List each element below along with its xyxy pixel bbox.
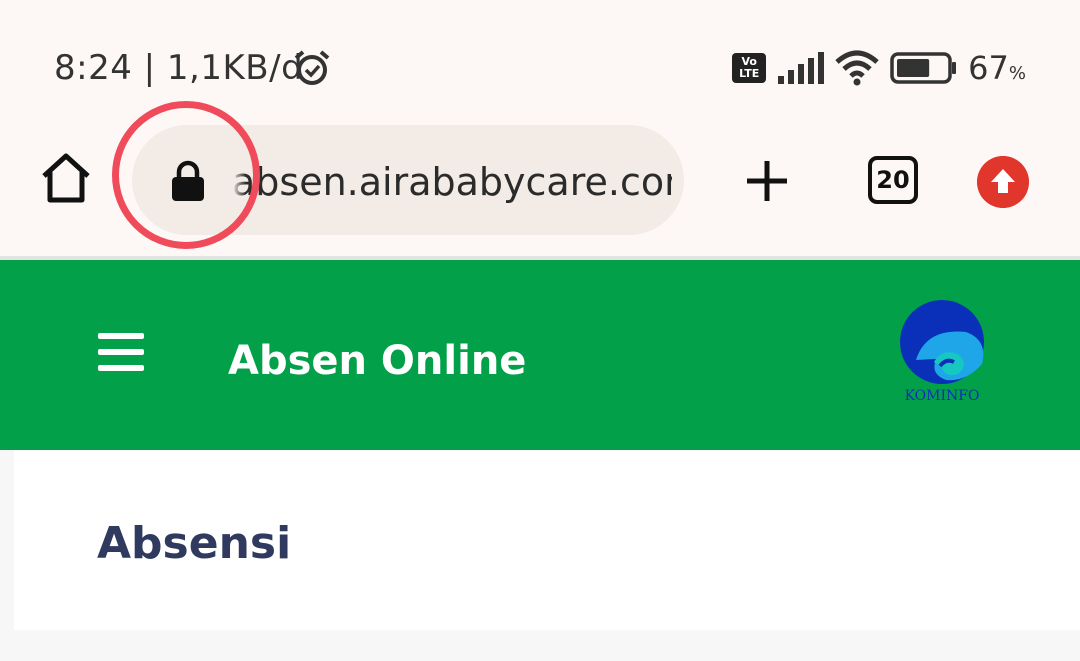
plus-icon[interactable] [744, 158, 790, 204]
app-title: Absen Online [228, 338, 527, 384]
update-icon[interactable] [977, 156, 1029, 208]
volte-icon: Vo LTE [732, 53, 767, 83]
tab-count: 20 [876, 166, 910, 194]
svg-text:KOMINFO: KOMINFO [905, 388, 980, 402]
tabs-button[interactable]: 20 [868, 156, 918, 204]
home-icon[interactable] [38, 150, 94, 206]
status-bar: 8:24 | 1,1KB/d Vo LTE 67% [0, 0, 1080, 120]
alarm-icon [294, 50, 330, 85]
battery-icon [890, 52, 957, 84]
section-title: Absensi [97, 518, 292, 569]
battery-percent: 67% [968, 49, 1026, 87]
kominfo-logo: KOMINFO [900, 300, 984, 402]
wifi-icon [835, 50, 879, 86]
status-time: 8:24 | 1,1KB/d [54, 48, 304, 88]
menu-icon[interactable] [98, 333, 144, 373]
status-icons: Vo LTE 67% [732, 46, 1026, 90]
lock-icon[interactable] [170, 160, 206, 202]
url-text[interactable]: absen.airababycare.com [232, 160, 672, 204]
signal-icon [778, 52, 825, 84]
